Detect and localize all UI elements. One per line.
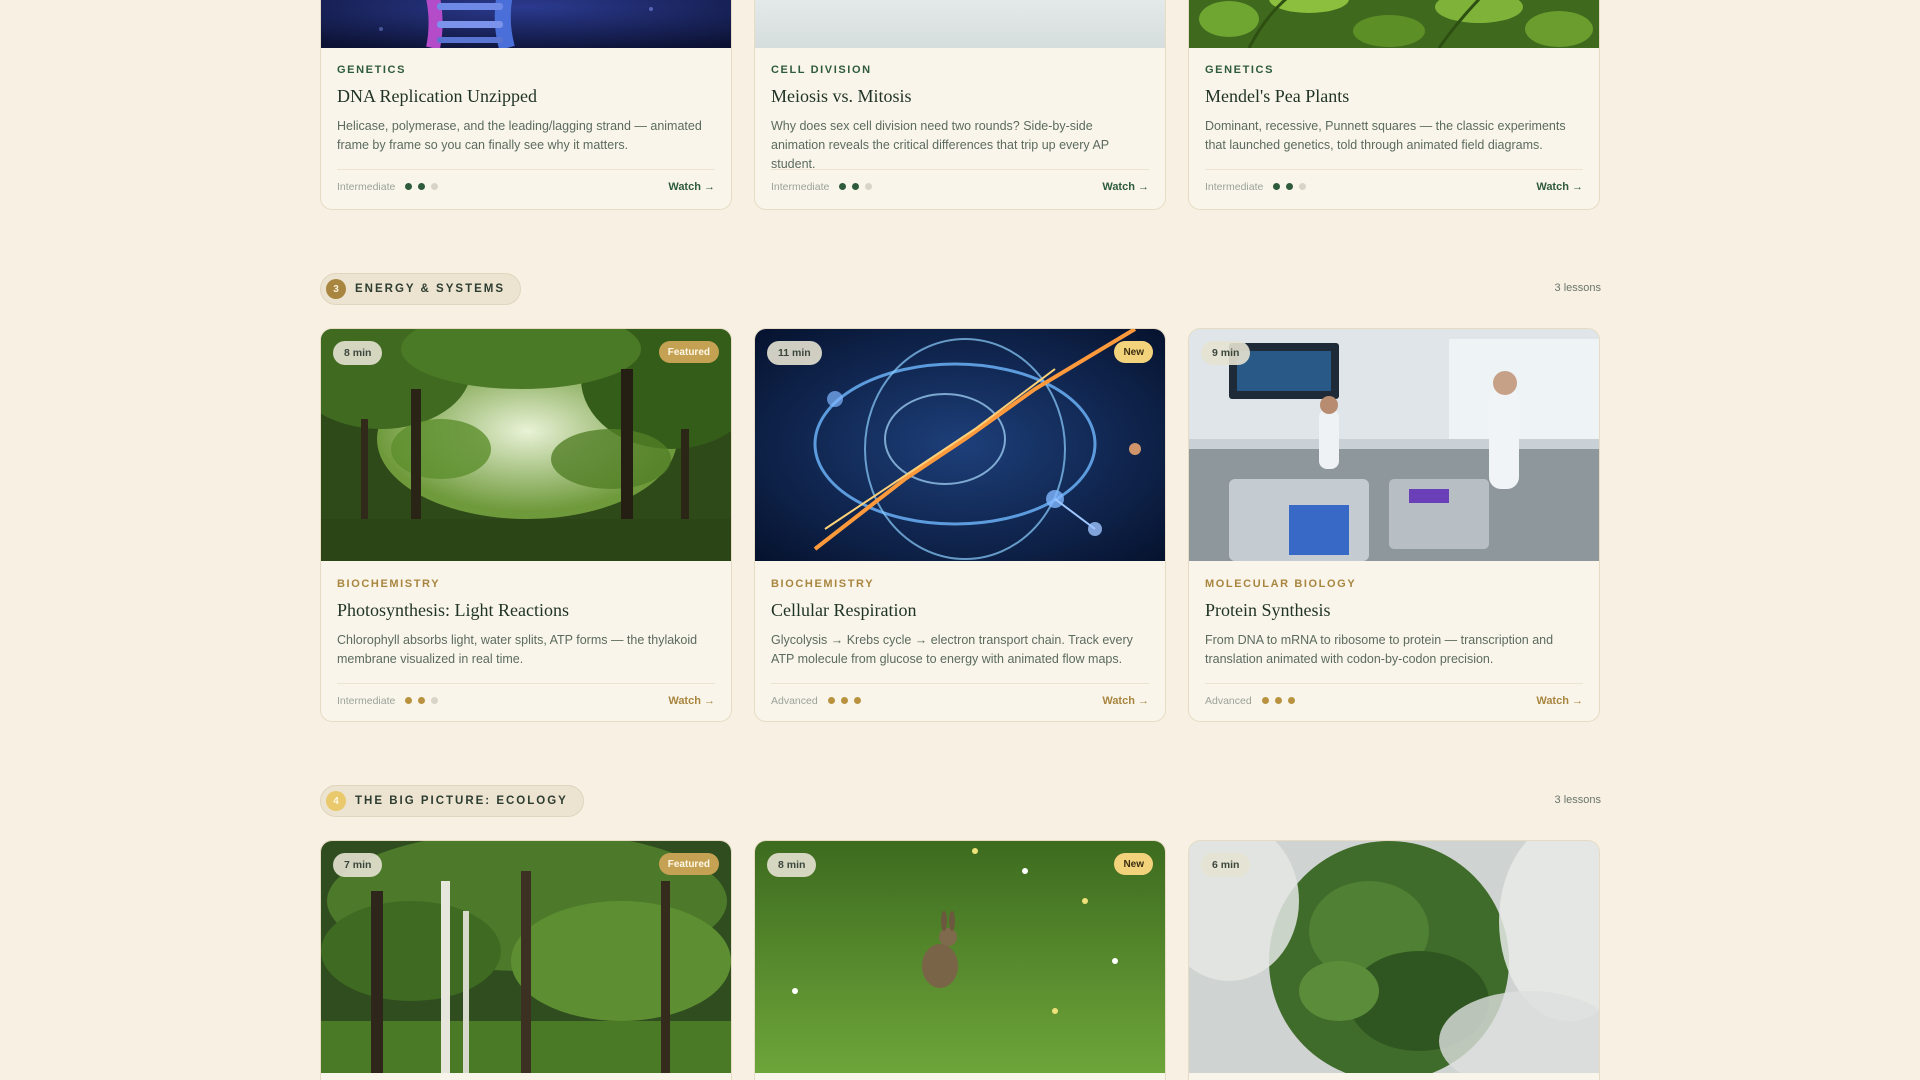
- duration-pill: 8 min: [333, 341, 383, 365]
- watch-button[interactable]: Watch →: [668, 181, 715, 193]
- section-number: 4: [326, 791, 346, 811]
- lesson-footer: Intermediate Watch →: [771, 169, 1149, 203]
- lesson-description: Dominant, recessive, Punnett squares — t…: [1205, 119, 1566, 152]
- difficulty-level: Intermediate: [337, 694, 439, 707]
- section-number: 3: [326, 279, 346, 299]
- section-header-ecology: 4 THE BIG PICTURE: ECOLOGY 3 lessons: [320, 785, 1601, 817]
- lesson-card-dna[interactable]: Genetics DNA Replication Unzipped Helica…: [320, 0, 732, 210]
- lesson-title: Meiosis vs. Mitosis: [771, 86, 912, 106]
- watch-button[interactable]: Watch →: [668, 695, 715, 707]
- laboratory-image: 9 min: [1189, 329, 1599, 561]
- new-badge: New: [1114, 853, 1153, 875]
- duration-pill: 9 min: [1201, 341, 1251, 365]
- watch-button[interactable]: Watch →: [1102, 695, 1149, 707]
- watch-button[interactable]: Watch →: [1102, 181, 1149, 193]
- lesson-category: Biochemistry: [771, 578, 875, 590]
- difficulty-dots: [1261, 697, 1295, 704]
- duration-pill: 6 min: [1201, 853, 1251, 877]
- lesson-footer: Intermediate Watch →: [1205, 169, 1583, 203]
- section-lesson-count: 3 lessons: [1554, 282, 1601, 294]
- lesson-card-ecology-3[interactable]: 6 min: [1188, 840, 1600, 1080]
- lesson-footer: Advanced Watch →: [1205, 683, 1583, 717]
- difficulty-dots: [1273, 183, 1307, 190]
- rabbit-meadow-image: 8 min New: [755, 841, 1165, 1073]
- difficulty-label: Advanced: [1205, 694, 1252, 707]
- lesson-description: From DNA to mRNA to ribosome to protein …: [1205, 633, 1554, 666]
- difficulty-level: Advanced: [771, 695, 861, 707]
- section-pill: 3 ENERGY & SYSTEMS: [320, 273, 522, 305]
- difficulty-label: Intermediate: [771, 180, 830, 193]
- lesson-category: Molecular Biology: [1205, 578, 1357, 590]
- difficulty-label: Intermediate: [1205, 180, 1264, 193]
- difficulty-label: Intermediate: [337, 180, 396, 193]
- section-pill: 4 THE BIG PICTURE: ECOLOGY: [320, 785, 584, 817]
- lesson-card-meiosis[interactable]: Cell Division Meiosis vs. Mitosis Why do…: [754, 0, 1166, 210]
- section-title: THE BIG PICTURE: ECOLOGY: [355, 795, 568, 807]
- lesson-card-photosynthesis[interactable]: 8 min Featured Biochemistry Photosynthes…: [320, 328, 732, 722]
- lesson-category: Genetics: [337, 64, 407, 76]
- lesson-description: Glycolysis → Krebs cycle → electron tran…: [771, 633, 1133, 666]
- duration-pill: 8 min: [767, 853, 817, 877]
- lesson-title: Cellular Respiration: [771, 600, 917, 620]
- difficulty-dots: [405, 697, 439, 704]
- difficulty-level: Intermediate: [1205, 180, 1307, 193]
- lesson-footer: Intermediate Watch →: [337, 683, 715, 717]
- watch-button[interactable]: Watch →: [1536, 695, 1583, 707]
- lesson-category: Cell Division: [771, 64, 872, 76]
- difficulty-label: Intermediate: [337, 694, 396, 707]
- birch-forest-image: 7 min Featured: [321, 841, 731, 1073]
- pea-plants-image: [1189, 0, 1599, 48]
- difficulty-dots: [827, 697, 861, 704]
- section-title: ENERGY & SYSTEMS: [355, 283, 506, 295]
- duration-pill: 7 min: [333, 853, 383, 877]
- cell-division-image: [755, 0, 1165, 48]
- lesson-card-respiration[interactable]: 11 min New Biochemistry Cellular Respira…: [754, 328, 1166, 722]
- lesson-title: Protein Synthesis: [1205, 600, 1331, 620]
- dna-helix-image: [321, 0, 731, 48]
- difficulty-dots: [405, 183, 439, 190]
- difficulty-level: Intermediate: [771, 180, 873, 193]
- forest-canopy-image: 8 min Featured: [321, 329, 731, 561]
- lesson-card-mendel[interactable]: Genetics Mendel's Pea Plants Dominant, r…: [1188, 0, 1600, 210]
- section-lesson-count: 3 lessons: [1554, 794, 1601, 806]
- lesson-title: DNA Replication Unzipped: [337, 86, 537, 106]
- lesson-footer: Advanced Watch →: [771, 683, 1149, 717]
- new-badge: New: [1114, 341, 1153, 363]
- energy-network-image: 11 min New: [755, 329, 1165, 561]
- lesson-category: Biochemistry: [337, 578, 441, 590]
- aerial-forest-image: 6 min: [1189, 841, 1599, 1073]
- featured-badge: Featured: [658, 853, 719, 875]
- lesson-footer: Intermediate Watch →: [337, 169, 715, 203]
- lesson-description: Helicase, polymerase, and the leading/la…: [337, 119, 702, 152]
- difficulty-dots: [839, 183, 873, 190]
- duration-pill: 11 min: [767, 341, 822, 365]
- lesson-title: Mendel's Pea Plants: [1205, 86, 1350, 106]
- difficulty-level: Advanced: [1205, 695, 1295, 707]
- lesson-card-protein[interactable]: 9 min Molecular Biology Protein Synthesi…: [1188, 328, 1600, 722]
- lesson-description: Chlorophyll absorbs light, water splits,…: [337, 633, 698, 666]
- lesson-card-ecology-1[interactable]: 7 min Featured: [320, 840, 732, 1080]
- difficulty-label: Advanced: [771, 694, 818, 707]
- lesson-category: Genetics: [1205, 64, 1275, 76]
- difficulty-level: Intermediate: [337, 180, 439, 193]
- lesson-description: Why does sex cell division need two roun…: [771, 119, 1109, 171]
- lesson-title: Photosynthesis: Light Reactions: [337, 600, 569, 620]
- section-header-energy: 3 ENERGY & SYSTEMS 3 lessons: [320, 273, 1601, 305]
- lesson-card-ecology-2[interactable]: 8 min New: [754, 840, 1166, 1080]
- featured-badge: Featured: [658, 341, 719, 363]
- watch-button[interactable]: Watch →: [1536, 181, 1583, 193]
